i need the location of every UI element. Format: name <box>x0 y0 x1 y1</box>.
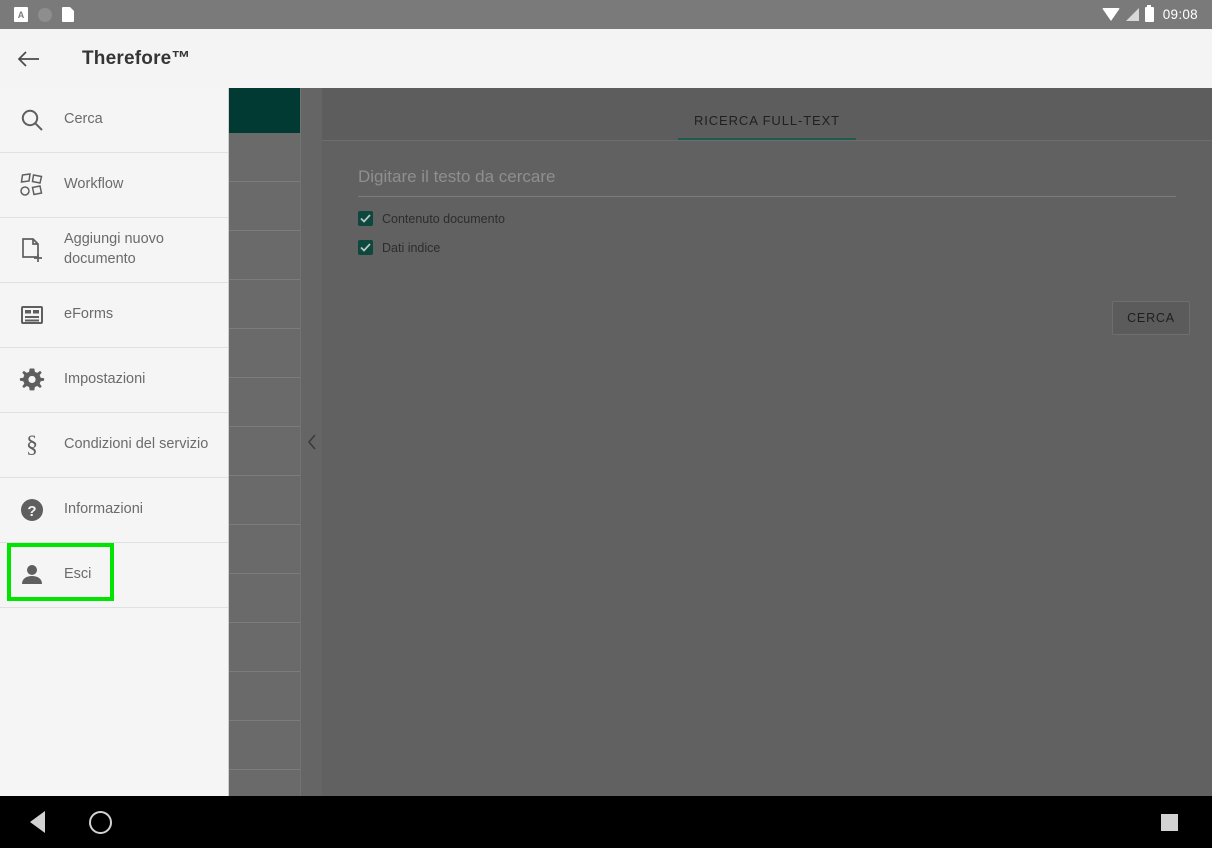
search-input[interactable] <box>358 167 1176 187</box>
status-bar-notifications: A <box>14 7 74 22</box>
checkbox-label: Dati indice <box>382 241 440 255</box>
sidebar-item-label: Aggiungi nuovo documento <box>64 230 228 269</box>
search-submit-button[interactable]: CERCA <box>1112 301 1190 335</box>
sidebar-item-label: Cerca <box>64 110 113 130</box>
list-item[interactable] <box>228 378 300 427</box>
sidebar-item-label: eForms <box>64 305 123 325</box>
sidebar-item-condizioni-del-servizio[interactable]: § Condizioni del servizio <box>0 413 228 478</box>
section-sign-icon: § <box>0 432 64 459</box>
list-item[interactable] <box>228 133 300 182</box>
gear-icon <box>0 367 64 393</box>
help-icon: ? <box>0 497 64 523</box>
navigation-drawer: Cerca Workflow <box>0 88 229 796</box>
check-icon <box>360 243 371 252</box>
back-arrow-icon <box>17 50 40 68</box>
check-icon <box>360 214 371 223</box>
document-list-column <box>228 88 300 796</box>
status-bar-time: 09:08 <box>1163 7 1198 22</box>
search-input-wrap <box>358 167 1176 197</box>
sidebar-item-label: Workflow <box>64 175 133 195</box>
sidebar-item-workflow[interactable]: Workflow <box>0 153 228 218</box>
sidebar-item-label: Impostazioni <box>64 370 155 390</box>
svg-text:?: ? <box>27 503 36 520</box>
android-screen: A 09:08 <box>0 0 1212 848</box>
image-icon: A <box>14 7 28 22</box>
search-form: Contenuto documento Dati indice <box>322 141 1212 255</box>
list-column-header <box>228 88 300 133</box>
app-bar: Therefore™ <box>0 29 1212 88</box>
list-item[interactable] <box>228 427 300 476</box>
list-item[interactable] <box>228 329 300 378</box>
list-item[interactable] <box>228 280 300 329</box>
collapse-panel-button[interactable] <box>300 88 322 796</box>
nav-home-icon[interactable] <box>89 811 112 834</box>
app-body: RICERCA FULL-TEXT Contenuto documento <box>0 29 1212 796</box>
battery-icon <box>1145 7 1154 22</box>
back-button[interactable] <box>0 29 56 88</box>
list-item[interactable] <box>228 476 300 525</box>
checkbox-label: Contenuto documento <box>382 212 505 226</box>
sidebar-item-label: Esci <box>64 565 101 585</box>
list-item[interactable] <box>228 721 300 770</box>
wifi-icon <box>1102 8 1120 21</box>
sd-card-icon <box>62 7 74 22</box>
status-bar-system: 09:08 <box>1102 7 1198 22</box>
workflow-icon <box>0 172 64 198</box>
list-item[interactable] <box>228 672 300 721</box>
sidebar-item-informazioni[interactable]: ? Informazioni <box>0 478 228 543</box>
sidebar-item-impostazioni[interactable]: Impostazioni <box>0 348 228 413</box>
checkbox-dati-indice[interactable]: Dati indice <box>358 240 1176 255</box>
sidebar-item-esci[interactable]: Esci <box>0 543 228 608</box>
add-document-icon <box>0 237 64 263</box>
nav-recents-icon[interactable] <box>1161 814 1178 831</box>
list-item[interactable] <box>228 525 300 574</box>
checkbox-box <box>358 240 373 255</box>
list-item[interactable] <box>228 182 300 231</box>
sidebar-item-aggiungi-nuovo-documento[interactable]: Aggiungi nuovo documento <box>0 218 228 283</box>
checkbox-contenuto-documento[interactable]: Contenuto documento <box>358 211 1176 226</box>
android-nav-bar <box>0 796 1212 848</box>
signal-icon <box>1126 8 1139 21</box>
chevron-left-icon <box>307 434 317 450</box>
checkbox-box <box>358 211 373 226</box>
circle-icon <box>38 8 52 22</box>
sidebar-item-cerca[interactable]: Cerca <box>0 88 228 153</box>
main-content-panel: RICERCA FULL-TEXT Contenuto documento <box>322 88 1212 796</box>
list-item[interactable] <box>228 231 300 280</box>
page-title: Therefore™ <box>82 48 191 70</box>
status-bar: A 09:08 <box>0 0 1212 29</box>
tab-bar: RICERCA FULL-TEXT <box>322 88 1212 141</box>
person-icon <box>0 562 64 588</box>
tab-ricerca-full-text[interactable]: RICERCA FULL-TEXT <box>678 113 856 140</box>
list-item[interactable] <box>228 623 300 672</box>
sidebar-item-eforms[interactable]: eForms <box>0 283 228 348</box>
sidebar-item-label: Condizioni del servizio <box>64 435 218 455</box>
search-icon <box>0 107 64 133</box>
nav-back-icon[interactable] <box>30 811 45 833</box>
list-item[interactable] <box>228 574 300 623</box>
sidebar-item-label: Informazioni <box>64 500 153 520</box>
forms-icon <box>0 302 64 328</box>
